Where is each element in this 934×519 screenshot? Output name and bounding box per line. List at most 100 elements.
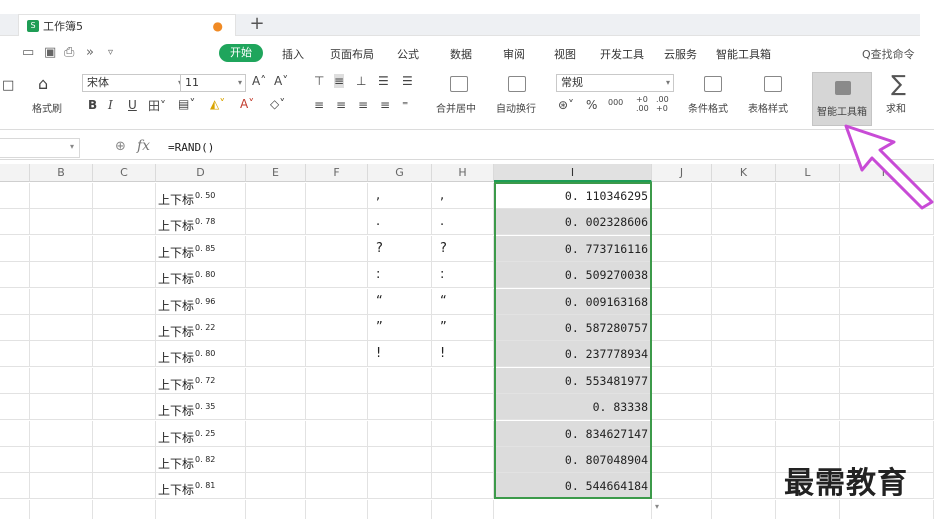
cell[interactable] [652,473,712,499]
cell[interactable] [712,262,776,288]
cell-i[interactable]: 0. 773716116 [494,236,652,262]
menu-tab-view[interactable]: 视图 [554,46,576,62]
cell[interactable] [840,368,934,394]
cell[interactable] [652,421,712,447]
cell-g[interactable]: ! [368,341,432,367]
cell[interactable] [246,341,306,367]
currency-icon[interactable]: ⊛˅ [558,98,574,112]
format-painter-button[interactable]: 格式刷 [32,100,62,115]
cell[interactable] [30,289,93,315]
align-right-icon[interactable]: ≡ [358,98,368,112]
save-icon[interactable]: ▣ [44,45,56,60]
cell[interactable] [156,500,246,519]
cell[interactable] [93,341,156,367]
column-header-j[interactable]: J [652,164,712,182]
cell-h[interactable] [432,368,494,394]
cell[interactable] [30,368,93,394]
cell[interactable] [840,236,934,262]
column-header-c[interactable]: C [93,164,156,182]
cell[interactable] [30,262,93,288]
cell[interactable] [840,315,934,341]
cell[interactable] [712,315,776,341]
menu-tab-review[interactable]: 审阅 [503,46,525,62]
cell-d[interactable]: 上下标0. 22 [156,315,246,341]
cell[interactable] [368,500,432,519]
cell[interactable] [93,473,156,499]
underline-button[interactable]: U [128,98,137,112]
print-icon[interactable]: ⎙ [64,45,74,60]
cell-d[interactable]: 上下标0. 85 [156,236,246,262]
cell[interactable] [0,262,30,288]
cell-g[interactable]: : [368,262,432,288]
cell-i[interactable]: 0. 110346295 [494,183,652,209]
cell[interactable] [840,341,934,367]
cell-h[interactable]: “ [432,289,494,315]
align-middle-icon[interactable]: ≡ [334,74,345,88]
cell[interactable] [93,209,156,235]
cell-i[interactable]: 0. 002328606 [494,209,652,235]
cell-d[interactable]: 上下标0. 82 [156,447,246,473]
cell[interactable] [306,209,368,235]
cell[interactable] [712,447,776,473]
menu-tab-home[interactable]: 开始 [219,44,263,62]
column-header-h[interactable]: H [432,164,494,182]
cell[interactable] [776,394,840,420]
cell[interactable] [840,421,934,447]
cell-d[interactable]: 上下标0. 80 [156,341,246,367]
cell-i[interactable]: 0. 553481977 [494,368,652,394]
cell[interactable] [712,236,776,262]
cell[interactable] [30,183,93,209]
cell[interactable] [30,209,93,235]
cell[interactable] [246,473,306,499]
cell[interactable] [776,315,840,341]
document-tab[interactable]: S 工作簿5 ● [18,14,236,36]
cell[interactable] [776,500,840,519]
cell[interactable] [306,289,368,315]
cell[interactable] [712,341,776,367]
cell-h[interactable]: . [432,209,494,235]
cell[interactable] [432,500,494,519]
cell-d[interactable]: 上下标0. 81 [156,473,246,499]
cell[interactable] [652,209,712,235]
cell[interactable] [30,447,93,473]
cell-g[interactable] [368,421,432,447]
cell-g[interactable]: ” [368,315,432,341]
cell[interactable] [0,368,30,394]
cell-d[interactable]: 上下标0. 35 [156,394,246,420]
cell[interactable] [712,289,776,315]
cell-h[interactable]: : [432,262,494,288]
increase-decimal-button[interactable]: +0 .00 [636,95,649,113]
cell[interactable] [0,500,30,519]
decrease-decimal-button[interactable]: .00 +0 [656,95,669,113]
cell[interactable] [652,262,712,288]
align-bottom-icon[interactable]: ⊥ [356,74,366,88]
cell[interactable] [652,368,712,394]
cell[interactable] [93,421,156,447]
cell[interactable] [840,394,934,420]
menu-tab-insert[interactable]: 插入 [282,46,304,62]
smart-toolbox-button[interactable]: 智能工具箱 [812,72,872,126]
cell[interactable] [306,262,368,288]
cell-i[interactable]: 0. 834627147 [494,421,652,447]
cell[interactable] [712,368,776,394]
cell-d[interactable]: 上下标0. 80 [156,262,246,288]
cell[interactable] [30,315,93,341]
column-header-e[interactable]: E [246,164,306,182]
cell[interactable] [30,473,93,499]
new-tab-button[interactable]: + [246,14,268,36]
cell[interactable] [306,394,368,420]
font-color-icon[interactable]: A˅ [240,97,254,111]
cell[interactable] [776,421,840,447]
cell[interactable] [652,289,712,315]
cell[interactable] [306,183,368,209]
column-header-i[interactable]: I [494,164,652,182]
cell[interactable] [0,315,30,341]
cell-i[interactable]: 0. 009163168 [494,289,652,315]
cell-g[interactable] [368,394,432,420]
cell[interactable] [306,421,368,447]
column-header-g[interactable]: G [368,164,432,182]
cell-i[interactable]: 0. 83338 [494,394,652,420]
cell[interactable] [776,368,840,394]
cell[interactable] [0,394,30,420]
column-header-l[interactable]: L [776,164,840,182]
